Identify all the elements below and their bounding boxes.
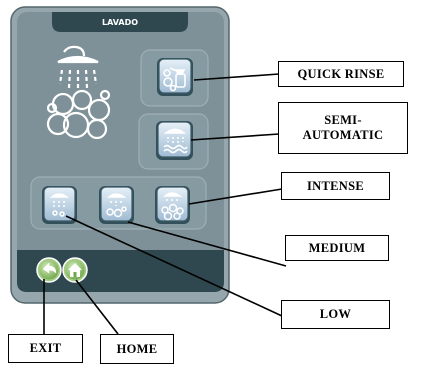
panel-title: LAVADO xyxy=(102,18,138,27)
intense-label: INTENSE xyxy=(281,172,390,200)
title-bar: LAVADO xyxy=(52,12,188,32)
low-button[interactable] xyxy=(42,186,77,224)
exit-label: EXIT xyxy=(8,334,83,363)
semi-automatic-label: SEMI- AUTOMATIC xyxy=(278,102,408,154)
semi-automatic-button[interactable] xyxy=(156,121,193,160)
medium-button[interactable] xyxy=(99,186,134,224)
quick-rinse-button[interactable] xyxy=(157,58,193,96)
intense-button[interactable] xyxy=(155,186,190,224)
home-label: HOME xyxy=(100,334,174,364)
low-label: LOW xyxy=(281,300,390,329)
quick-rinse-label: QUICK RINSE xyxy=(278,61,404,87)
exit-button[interactable] xyxy=(36,257,62,283)
medium-label: MEDIUM xyxy=(285,235,389,261)
home-button[interactable] xyxy=(62,257,88,283)
